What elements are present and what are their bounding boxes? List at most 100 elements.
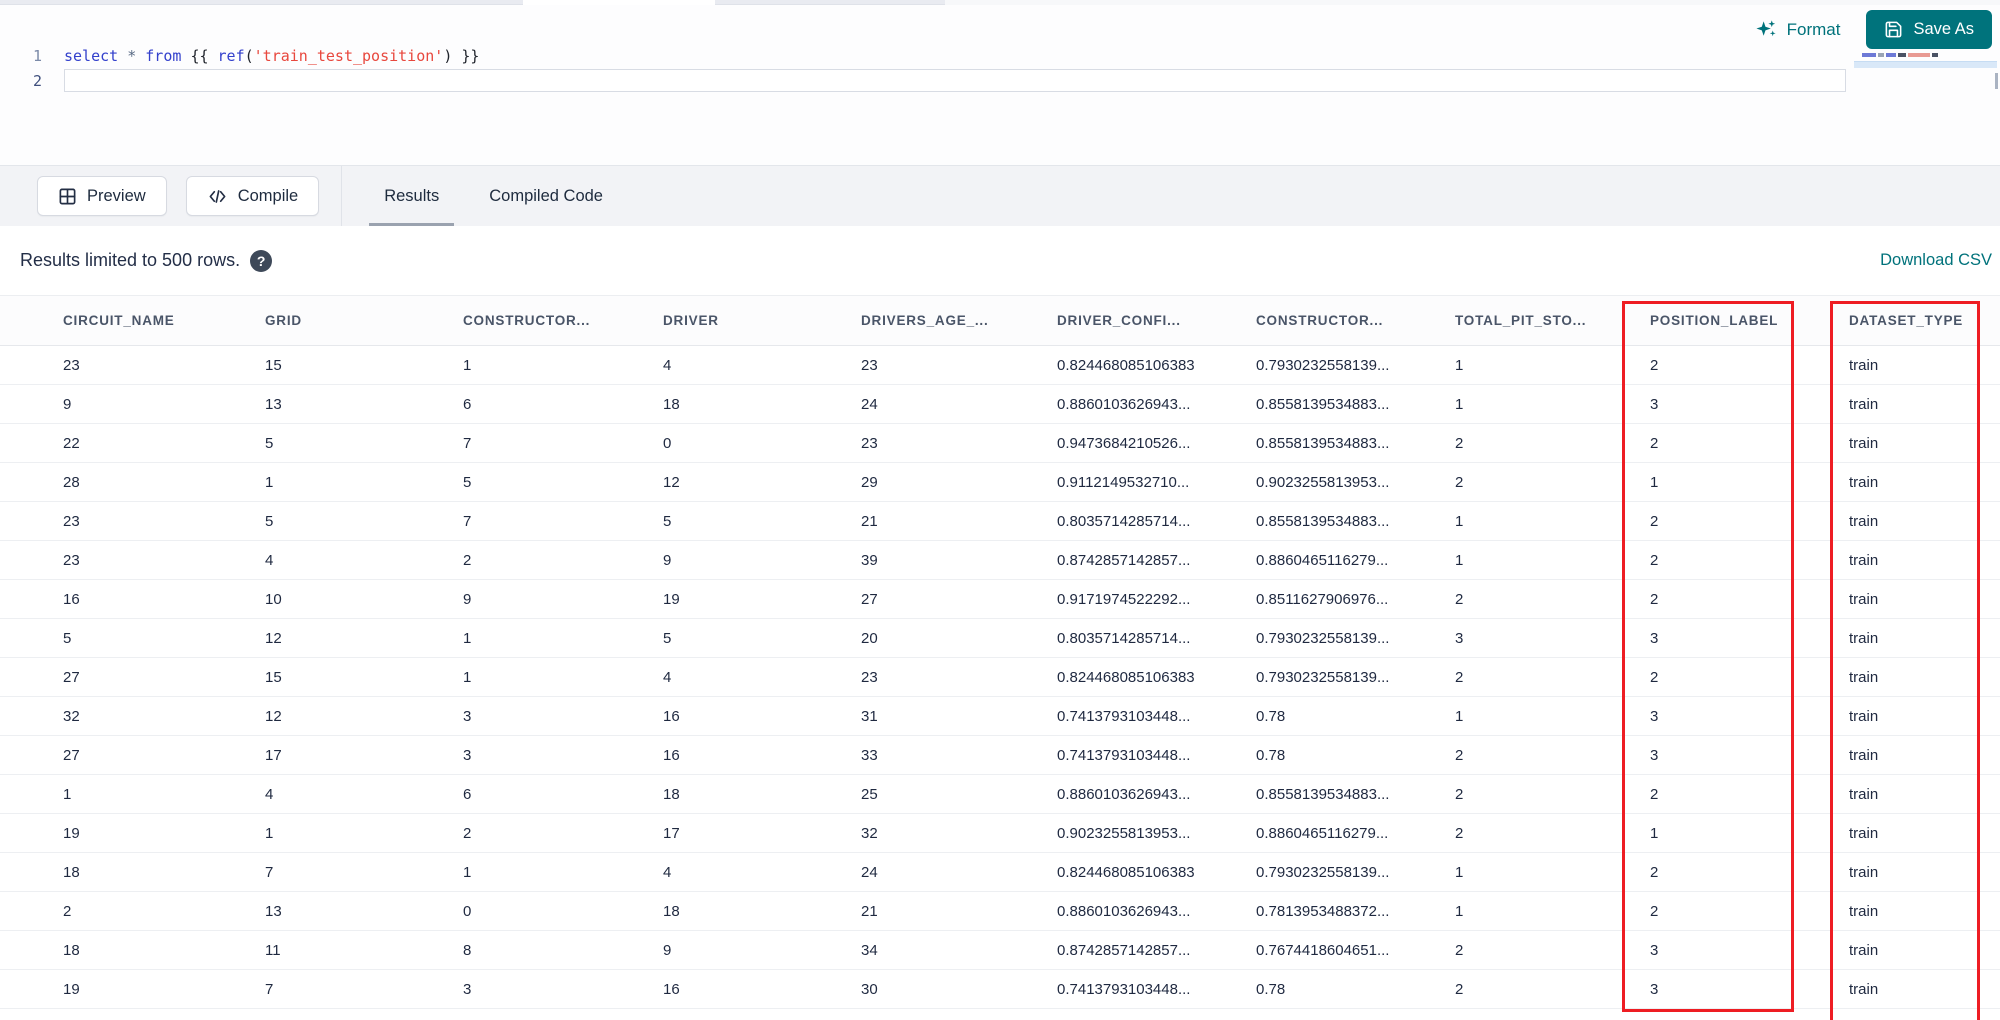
save-as-button[interactable]: Save As bbox=[1866, 10, 1992, 49]
table-cell: 1 bbox=[265, 462, 463, 502]
editor-scrollbar[interactable] bbox=[1995, 73, 1998, 89]
table-cell: 1 bbox=[463, 345, 663, 385]
table-cell: 12 bbox=[265, 618, 463, 658]
table-cell: 0.9473684210526... bbox=[1057, 423, 1256, 463]
results-table-container: CIRCUIT_NAME GRID CONSTRUCTOR... DRIVER DRIV… bbox=[0, 295, 2000, 1009]
table-cell: 39 bbox=[861, 540, 1057, 580]
table-cell: 0.8558139534883... bbox=[1256, 423, 1455, 463]
table-cell: 5 bbox=[663, 618, 861, 658]
preview-button[interactable]: Preview bbox=[37, 176, 167, 216]
table-cell: 23 bbox=[0, 540, 265, 580]
table-cell: 23 bbox=[861, 345, 1057, 385]
column-header: POSITION_LABEL bbox=[1650, 295, 1849, 346]
table-cell: 2 bbox=[1650, 579, 1849, 619]
table-cell: 19 bbox=[0, 813, 265, 853]
table-cell: 15 bbox=[265, 657, 463, 697]
table-cell: train bbox=[1849, 384, 2000, 424]
table-cell: 0.7930232558139... bbox=[1256, 657, 1455, 697]
table-cell: 0.7813953488372... bbox=[1256, 891, 1455, 931]
table-cell: train bbox=[1849, 696, 2000, 736]
table-cell: train bbox=[1849, 540, 2000, 580]
table-cell: train bbox=[1849, 501, 2000, 541]
table-cell: 0.9023255813953... bbox=[1256, 462, 1455, 502]
table-cell: 3 bbox=[1455, 618, 1650, 658]
table-cell: 6 bbox=[463, 774, 663, 814]
table-row: 2 13 0 18 21 0.8860103626943... 0.781395348837… bbox=[0, 891, 2000, 931]
column-header: DRIVER_CONFI... bbox=[1057, 295, 1256, 346]
table-cell: 0.78 bbox=[1256, 735, 1455, 775]
table-cell: 1 bbox=[1455, 696, 1650, 736]
table-cell: 1 bbox=[463, 852, 663, 892]
table-cell: 0.8558139534883... bbox=[1256, 501, 1455, 541]
tab-compiled-code[interactable]: Compiled Code bbox=[464, 166, 628, 226]
table-cell: 0 bbox=[463, 891, 663, 931]
table-cell: 1 bbox=[1455, 540, 1650, 580]
table-cell: 9 bbox=[663, 930, 861, 970]
sql-editor[interactable]: Format Save As 1 select * from {{ ref('t… bbox=[0, 5, 2000, 165]
table-cell: 19 bbox=[663, 579, 861, 619]
table-cell: 2 bbox=[1650, 657, 1849, 697]
table-cell: 4 bbox=[663, 657, 861, 697]
table-row: 23 15 1 4 23 0.824468085106383 0.7930232558139… bbox=[0, 345, 2000, 385]
download-csv-link[interactable]: Download CSV bbox=[1880, 226, 1992, 295]
help-icon[interactable]: ? bbox=[250, 249, 273, 272]
table-cell: 1 bbox=[265, 813, 463, 853]
compile-button[interactable]: Compile bbox=[185, 176, 320, 216]
table-cell: 3 bbox=[463, 969, 663, 1009]
table-cell: 32 bbox=[861, 813, 1057, 853]
table-row: 23 4 2 9 39 0.8742857142857... 0.8860465116279… bbox=[0, 540, 2000, 580]
table-cell: 21 bbox=[861, 891, 1057, 931]
table-cell: 27 bbox=[0, 735, 265, 775]
table-cell: train bbox=[1849, 462, 2000, 502]
line-number: 1 bbox=[32, 46, 42, 65]
table-cell: 2 bbox=[1455, 813, 1650, 853]
table-cell: 1 bbox=[1455, 501, 1650, 541]
table-row: 5 12 1 5 20 0.8035714285714... 0.7930232558139… bbox=[0, 618, 2000, 658]
table-cell: train bbox=[1849, 774, 2000, 814]
table-cell: train bbox=[1849, 891, 2000, 931]
table-cell: 1 bbox=[1455, 852, 1650, 892]
table-cell: 17 bbox=[663, 813, 861, 853]
table-cell: 2 bbox=[1455, 930, 1650, 970]
table-cell: 27 bbox=[0, 657, 265, 697]
table-cell: 0.7930232558139... bbox=[1256, 852, 1455, 892]
table-cell: 0.7674418604651... bbox=[1256, 930, 1455, 970]
sparkles-icon bbox=[1755, 18, 1778, 41]
table-cell: 5 bbox=[663, 501, 861, 541]
table-cell: 18 bbox=[0, 930, 265, 970]
column-header: CIRCUIT_NAME bbox=[0, 295, 265, 346]
table-cell: 2 bbox=[1650, 852, 1849, 892]
table-cell: 2 bbox=[1455, 774, 1650, 814]
format-button[interactable]: Format bbox=[1755, 18, 1840, 41]
table-cell: 9 bbox=[0, 384, 265, 424]
editor-line-2[interactable]: 2 bbox=[0, 68, 1852, 93]
table-cell: 13 bbox=[265, 891, 463, 931]
table-cell: 2 bbox=[1650, 891, 1849, 931]
table-cell: 0.78 bbox=[1256, 969, 1455, 1009]
table-cell: 2 bbox=[1455, 969, 1650, 1009]
table-cell: 7 bbox=[463, 423, 663, 463]
column-header: DRIVER bbox=[663, 295, 861, 346]
editor-minimap[interactable] bbox=[1854, 47, 2000, 147]
table-cell: 3 bbox=[1650, 618, 1849, 658]
table-cell: 3 bbox=[1650, 735, 1849, 775]
column-header: DRIVERS_AGE_... bbox=[861, 295, 1057, 346]
table-cell: 7 bbox=[265, 852, 463, 892]
table-cell: train bbox=[1849, 423, 2000, 463]
table-cell: 29 bbox=[861, 462, 1057, 502]
tab-results[interactable]: Results bbox=[359, 166, 464, 226]
editor-line-1[interactable]: 1 select * from {{ ref('train_test_posit… bbox=[0, 43, 1852, 68]
column-header: GRID bbox=[265, 295, 463, 346]
table-cell: 2 bbox=[463, 813, 663, 853]
table-cell: 5 bbox=[265, 423, 463, 463]
table-cell: 6 bbox=[463, 384, 663, 424]
table-cell: 0.824468085106383 bbox=[1057, 657, 1256, 697]
table-cell: 1 bbox=[463, 657, 663, 697]
code-icon bbox=[207, 187, 228, 206]
table-header-row: CIRCUIT_NAME GRID CONSTRUCTOR... DRIVER DRIV… bbox=[0, 295, 2000, 346]
minimap-code-line bbox=[1862, 53, 1938, 57]
table-cell: 0.8860103626943... bbox=[1057, 774, 1256, 814]
table-cell: 12 bbox=[265, 696, 463, 736]
table-cell: 0.8742857142857... bbox=[1057, 930, 1256, 970]
table-cell: 32 bbox=[0, 696, 265, 736]
